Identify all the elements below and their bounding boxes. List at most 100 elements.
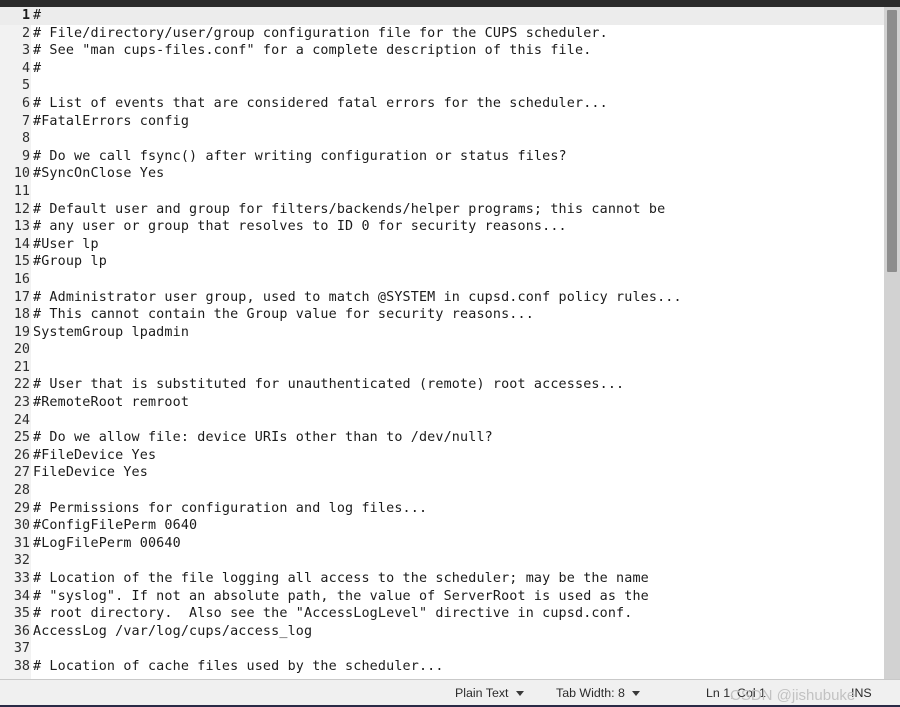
line-text: # List of events that are considered fat… <box>33 95 608 111</box>
language-selector[interactable]: Plain Text <box>455 686 524 700</box>
line-number: 27 <box>13 465 30 481</box>
editor-line[interactable]: 2 # File/directory/user/group configurati… <box>0 25 884 43</box>
line-number: 35 <box>13 606 30 622</box>
line-text: # Location of the file logging all acces… <box>33 571 649 586</box>
line-number: 22 <box>13 377 30 393</box>
line-text: # "syslog". If not an absolute path, the… <box>33 588 649 604</box>
line-number: 26 <box>13 447 30 463</box>
line-number: 8 <box>21 131 30 147</box>
editor-line[interactable]: 20 <box>0 341 884 359</box>
line-number: 13 <box>13 219 30 235</box>
line-text: # File/directory/user/group configuratio… <box>33 25 608 41</box>
editor-line[interactable]: 3 # See "man cups-files.conf" for a compl… <box>0 42 884 60</box>
line-number: 1 <box>21 8 30 23</box>
line-number: 14 <box>13 236 30 252</box>
line-text: #FileDevice Yes <box>33 447 157 463</box>
insert-mode-label: INS <box>851 685 872 700</box>
editor-line[interactable]: 19 SystemGroup lpadmin <box>0 324 884 342</box>
line-text: #SyncOnClose Yes <box>33 166 165 182</box>
vertical-scrollbar-thumb[interactable] <box>887 10 897 272</box>
editor-line[interactable]: 34 # "syslog". If not an absolute path, t… <box>0 588 884 606</box>
editor-line[interactable]: 15 #Group lp <box>0 253 884 271</box>
editor-line[interactable]: 38 # Location of cache files used by the … <box>0 658 884 676</box>
editor-line[interactable]: 36 AccessLog /var/log/cups/access_log <box>0 623 884 641</box>
editor-line[interactable]: 25 # Do we allow file: device URIs other … <box>0 429 884 447</box>
editor-line[interactable]: 16 <box>0 271 884 289</box>
insert-mode-indicator[interactable]: INS <box>851 686 872 700</box>
editor-line[interactable]: 26 #FileDevice Yes <box>0 447 884 465</box>
tab-width-selector[interactable]: Tab Width: 8 <box>556 686 640 700</box>
chevron-down-icon <box>631 691 640 696</box>
line-text: # Do we allow file: device URIs other th… <box>33 430 493 446</box>
line-text: # This cannot contain the Group value fo… <box>33 307 534 323</box>
editor-line[interactable]: 5 <box>0 77 884 95</box>
line-text: #Group lp <box>33 254 107 270</box>
editor-line[interactable]: 32 <box>0 552 884 570</box>
line-number: 34 <box>13 588 30 604</box>
line-number: 11 <box>13 183 30 199</box>
editor-line[interactable]: 24 <box>0 412 884 430</box>
editor-line[interactable]: 27 FileDevice Yes <box>0 464 884 482</box>
editor-line[interactable]: 23 #RemoteRoot remroot <box>0 394 884 412</box>
editor-line[interactable]: 9 # Do we call fsync() after writing conf… <box>0 148 884 166</box>
editor-line[interactable]: 7 #FatalErrors config <box>0 113 884 131</box>
editor-line[interactable]: 21 <box>0 359 884 377</box>
line-text: # Location of cache files used by the sc… <box>33 658 444 674</box>
editor-line[interactable]: 4 # <box>0 60 884 78</box>
line-number: 9 <box>21 148 30 164</box>
editor-line[interactable]: 35 # root directory. Also see the "Access… <box>0 605 884 623</box>
line-text: # any user or group that resolves to ID … <box>33 219 567 235</box>
editor-line[interactable]: 10 #SyncOnClose Yes <box>0 165 884 183</box>
line-text: #LogFilePerm 00640 <box>33 535 181 551</box>
line-number: 10 <box>13 166 30 182</box>
line-number: 15 <box>13 254 30 270</box>
line-number: 4 <box>21 60 30 76</box>
line-number: 33 <box>13 571 30 586</box>
editor-line[interactable]: 18 # This cannot contain the Group value … <box>0 306 884 324</box>
editor-line[interactable]: 22 # User that is substituted for unauthe… <box>0 376 884 394</box>
editor-line[interactable]: 29 # Permissions for configuration and lo… <box>0 500 884 518</box>
status-bar: Plain Text Tab Width: 8 Ln 1, Col 1 INS <box>0 679 900 707</box>
editor-line[interactable]: 28 <box>0 482 884 500</box>
editor-line[interactable]: 11 <box>0 183 884 201</box>
line-text <box>31 359 33 377</box>
line-text: AccessLog /var/log/cups/access_log <box>33 623 313 639</box>
vertical-scrollbar[interactable] <box>884 7 900 679</box>
editor-line[interactable]: 33 # Location of the file logging all acc… <box>0 570 884 588</box>
editor-line[interactable]: 1 # <box>0 7 884 25</box>
editor-line[interactable]: 8 <box>0 130 884 148</box>
line-text: # See "man cups-files.conf" for a comple… <box>33 43 592 59</box>
line-text: #FatalErrors config <box>33 113 190 129</box>
line-number: 32 <box>13 553 30 569</box>
editor-line[interactable]: 6 # List of events that are considered fa… <box>0 95 884 113</box>
cursor-position: Ln 1, Col 1 <box>706 686 766 700</box>
editor-line[interactable]: 17 # Administrator user group, used to ma… <box>0 289 884 307</box>
line-number: 12 <box>13 201 30 217</box>
line-text: # root directory. Also see the "AccessLo… <box>33 606 633 622</box>
line-text: SystemGroup lpadmin <box>33 324 190 340</box>
line-text: # Permissions for configuration and log … <box>33 500 428 516</box>
line-number: 16 <box>13 271 30 287</box>
line-number: 3 <box>21 43 30 59</box>
editor-line[interactable]: 37 <box>0 640 884 658</box>
line-text <box>31 130 33 148</box>
line-text <box>31 183 33 201</box>
line-number: 20 <box>13 342 30 358</box>
line-number: 37 <box>13 641 30 657</box>
line-text <box>31 482 33 500</box>
cursor-position-label: Ln 1, Col 1 <box>706 685 766 700</box>
editor-line[interactable]: 12 # Default user and group for filters/b… <box>0 201 884 219</box>
editor-line[interactable]: 31 #LogFilePerm 00640 <box>0 535 884 553</box>
line-text <box>31 271 33 289</box>
line-number: 38 <box>13 658 30 674</box>
line-number: 30 <box>13 518 30 534</box>
line-number: 19 <box>13 324 30 340</box>
line-text <box>31 412 33 430</box>
line-text: FileDevice Yes <box>33 465 148 481</box>
line-number: 7 <box>21 113 30 129</box>
line-text: # Administrator user group, used to matc… <box>33 289 682 305</box>
editor-line[interactable]: 30 #ConfigFilePerm 0640 <box>0 517 884 535</box>
editor-line[interactable]: 14 #User lp <box>0 236 884 254</box>
editor-line[interactable]: 13 # any user or group that resolves to I… <box>0 218 884 236</box>
editor-text-area[interactable]: 1 #2 # File/directory/user/group configura… <box>0 7 884 679</box>
